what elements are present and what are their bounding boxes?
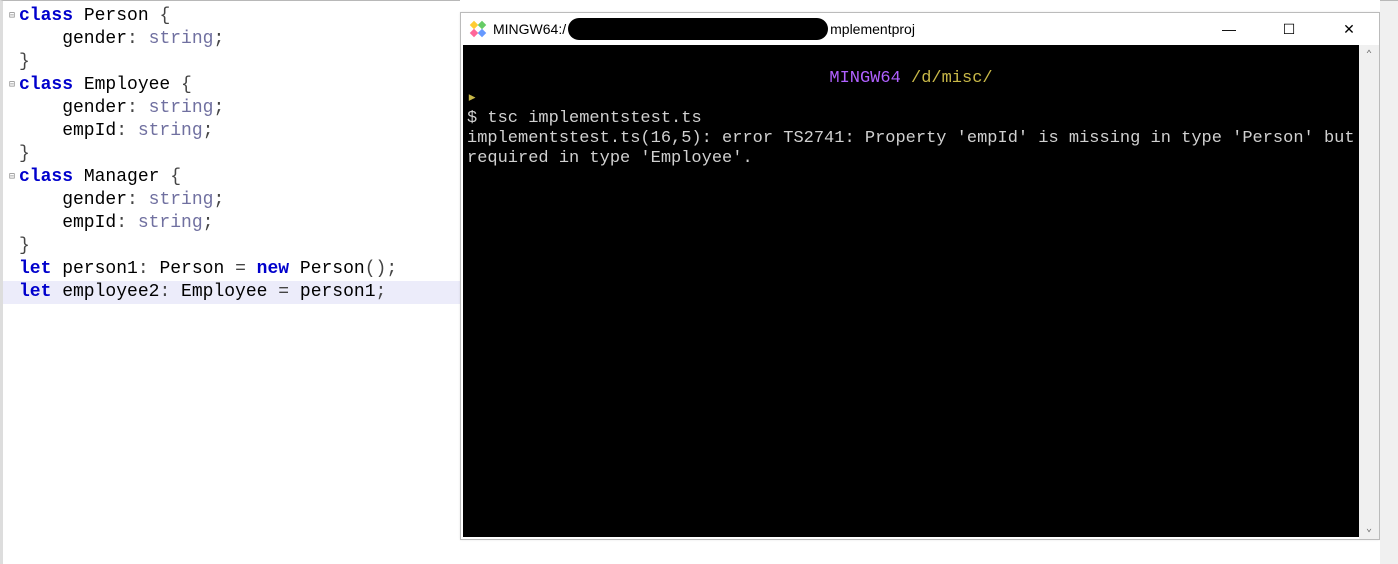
code-line[interactable]: empId: string;	[3, 212, 460, 235]
code-content: empId: string;	[19, 212, 460, 235]
path-label: /d/misc/	[901, 69, 993, 88]
minimize-button[interactable]: —	[1199, 13, 1259, 45]
command-line: $ tsc implementstest.ts	[467, 109, 1355, 129]
title-prefix: MINGW64:/	[493, 21, 566, 37]
fold-marker	[5, 281, 19, 304]
fold-marker[interactable]: ⊟	[5, 74, 19, 97]
fold-marker	[5, 120, 19, 143]
code-content: class Person {	[19, 5, 460, 28]
code-content: empId: string;	[19, 120, 460, 143]
code-editor-pane[interactable]: ⊟class Person { gender: string;}⊟class E…	[0, 0, 460, 564]
fold-marker	[5, 51, 19, 74]
code-content: }	[19, 235, 460, 258]
fold-marker	[5, 28, 19, 51]
fold-marker	[5, 212, 19, 235]
terminal-scrollbar[interactable]: ⌃ ⌄	[1359, 45, 1379, 539]
scroll-down-icon[interactable]: ⌄	[1359, 519, 1379, 539]
code-line[interactable]: }	[3, 51, 460, 74]
code-line[interactable]: let employee2: Employee = person1;	[3, 281, 460, 304]
code-line[interactable]: ⊟class Employee {	[3, 74, 460, 97]
maximize-button[interactable]: ☐	[1259, 13, 1319, 45]
fold-marker	[5, 235, 19, 258]
code-content: }	[19, 143, 460, 166]
fold-marker[interactable]: ⊟	[5, 5, 19, 28]
code-line[interactable]: gender: string;	[3, 28, 460, 51]
fold-marker	[5, 189, 19, 212]
command-text: tsc implementstest.ts	[487, 109, 701, 128]
code-content: class Employee {	[19, 74, 460, 97]
title-suffix: mplementproj	[830, 21, 915, 37]
window-controls: — ☐ ✕	[1199, 13, 1379, 45]
code-line[interactable]: let person1: Person = new Person();	[3, 258, 460, 281]
page-scrollbar[interactable]	[1380, 0, 1398, 564]
code-line[interactable]: }	[3, 143, 460, 166]
fold-marker	[5, 97, 19, 120]
redacted-path	[568, 18, 828, 40]
fold-marker[interactable]: ⊟	[5, 166, 19, 189]
code-line[interactable]: empId: string;	[3, 120, 460, 143]
fold-marker	[5, 258, 19, 281]
terminal-window: MINGW64:/ mplementproj — ☐ ✕ MINGW64 /d/…	[460, 12, 1380, 540]
code-content: gender: string;	[19, 189, 460, 212]
error-output: implementstest.ts(16,5): error TS2741: P…	[467, 129, 1355, 169]
code-content: gender: string;	[19, 28, 460, 51]
title-bar[interactable]: MINGW64:/ mplementproj — ☐ ✕	[461, 13, 1379, 45]
code-area[interactable]: ⊟class Person { gender: string;}⊟class E…	[3, 5, 460, 304]
code-content: let person1: Person = new Person();	[19, 258, 460, 281]
prompt: $	[467, 109, 487, 128]
terminal-header-line: MINGW64 /d/misc/	[467, 69, 1355, 89]
code-line[interactable]: }	[3, 235, 460, 258]
code-content: gender: string;	[19, 97, 460, 120]
mingw-icon	[469, 20, 487, 38]
code-line[interactable]: ⊟class Person {	[3, 5, 460, 28]
code-content: }	[19, 51, 460, 74]
code-line[interactable]: gender: string;	[3, 189, 460, 212]
close-button[interactable]: ✕	[1319, 13, 1379, 45]
code-content: class Manager {	[19, 166, 460, 189]
terminal-body[interactable]: MINGW64 /d/misc/▸$ tsc implementstest.ts…	[463, 45, 1359, 537]
scroll-up-icon[interactable]: ⌃	[1359, 45, 1379, 65]
code-content: let employee2: Employee = person1;	[19, 281, 460, 304]
code-line[interactable]: ⊟class Manager {	[3, 166, 460, 189]
window-title: MINGW64:/ mplementproj	[493, 18, 915, 40]
terminal-yellow-marker: ▸	[467, 89, 1355, 109]
env-label: MINGW64	[829, 69, 900, 88]
code-line[interactable]: gender: string;	[3, 97, 460, 120]
fold-marker	[5, 143, 19, 166]
